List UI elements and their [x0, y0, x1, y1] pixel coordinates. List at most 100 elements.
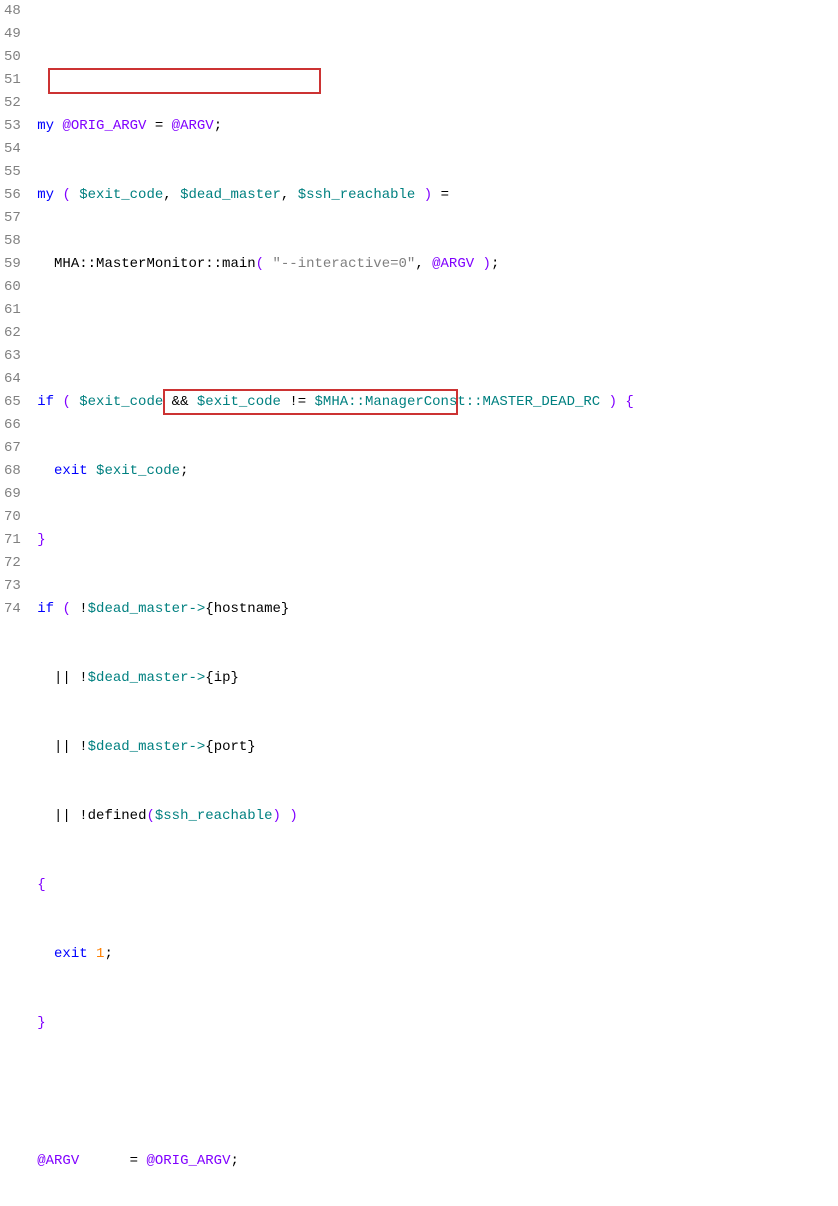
operator: || [54, 739, 71, 755]
semicolon: ; [214, 118, 222, 134]
code-line: || !$dead_master->{port} [29, 736, 634, 759]
arrow: -> [188, 601, 205, 617]
arrow: -> [188, 670, 205, 686]
line-number: 50 [4, 46, 21, 69]
line-number: 65 [4, 391, 21, 414]
comma: , [163, 187, 171, 203]
code-line: exit 1; [29, 943, 634, 966]
scalar-var: $dead_master [88, 601, 189, 617]
brace: { [37, 877, 45, 893]
semicolon: ; [180, 463, 188, 479]
line-number: 74 [4, 598, 21, 621]
comma: , [281, 187, 289, 203]
scalar-var: $dead_master [88, 670, 189, 686]
brace: { [625, 394, 633, 410]
array-var: @ARGV [37, 1153, 79, 1169]
paren: ( [256, 256, 264, 272]
paren: ( [62, 187, 70, 203]
operator: ! [79, 670, 87, 686]
line-number: 56 [4, 184, 21, 207]
code-line: || !defined($ssh_reachable) ) [29, 805, 634, 828]
operator: && [172, 394, 189, 410]
line-number: 52 [4, 92, 21, 115]
paren: ) [289, 808, 297, 824]
keyword: if [37, 601, 54, 617]
hashkey: {hostname} [205, 601, 289, 617]
code-line: } [29, 529, 634, 552]
array-var: @ORIG_ARGV [146, 1153, 230, 1169]
line-number: 54 [4, 138, 21, 161]
code-line: @ARGV = @ORIG_ARGV; [29, 1150, 634, 1173]
line-number: 71 [4, 529, 21, 552]
paren: ) [609, 394, 617, 410]
string: "--interactive=0" [272, 256, 415, 272]
line-number: 53 [4, 115, 21, 138]
comma: , [415, 256, 423, 272]
code-content[interactable]: my @ORIG_ARGV = @ARGV; my ( $exit_code, … [27, 0, 636, 1206]
line-number: 49 [4, 23, 21, 46]
operator: || [54, 670, 71, 686]
code-editor: 48 49 50 51 52 53 54 55 56 57 58 59 60 6… [0, 0, 838, 1206]
keyword: my [37, 118, 54, 134]
line-number: 58 [4, 230, 21, 253]
code-line: if ( $exit_code && $exit_code != $MHA::M… [29, 391, 634, 414]
semicolon: ; [104, 946, 112, 962]
line-number: 67 [4, 437, 21, 460]
paren: ( [146, 808, 154, 824]
brace: } [37, 1015, 45, 1031]
array-var: @ARGV [172, 118, 214, 134]
scalar-var: $exit_code [79, 394, 163, 410]
line-numbers-gutter: 48 49 50 51 52 53 54 55 56 57 58 59 60 6… [0, 0, 27, 1206]
code-line: } [29, 1012, 634, 1035]
line-number: 51 [4, 69, 21, 92]
scalar-var: $dead_master [88, 739, 189, 755]
line-number: 63 [4, 345, 21, 368]
semicolon: ; [491, 256, 499, 272]
keyword: exit [54, 463, 88, 479]
code-line: my ( $exit_code, $dead_master, $ssh_reac… [29, 184, 634, 207]
scalar-var: $MHA::ManagerConst::MASTER_DEAD_RC [315, 394, 601, 410]
code-line: { [29, 874, 634, 897]
hashkey: {port} [205, 739, 255, 755]
code-line: MHA::MasterMonitor::main( "--interactive… [29, 253, 634, 276]
line-number: 68 [4, 460, 21, 483]
code-line: || !$dead_master->{ip} [29, 667, 634, 690]
operator: || [54, 808, 71, 824]
line-number: 55 [4, 161, 21, 184]
scalar-var: $exit_code [79, 187, 163, 203]
paren: ( [62, 601, 70, 617]
operator: = [130, 1153, 138, 1169]
number: 1 [96, 946, 104, 962]
line-number: 59 [4, 253, 21, 276]
keyword: if [37, 394, 54, 410]
code-line: exit $exit_code; [29, 460, 634, 483]
line-number: 69 [4, 483, 21, 506]
code-line [29, 322, 634, 345]
paren: ) [424, 187, 432, 203]
line-number: 64 [4, 368, 21, 391]
line-number: 73 [4, 575, 21, 598]
code-line: my @ORIG_ARGV = @ARGV; [29, 115, 634, 138]
code-line: if ( !$dead_master->{hostname} [29, 598, 634, 621]
line-number: 66 [4, 414, 21, 437]
line-number: 60 [4, 276, 21, 299]
code-line [29, 1081, 634, 1104]
operator: ! [79, 739, 87, 755]
line-number: 72 [4, 552, 21, 575]
operator: = [441, 187, 449, 203]
line-number: 70 [4, 506, 21, 529]
line-number: 62 [4, 322, 21, 345]
code-line [29, 46, 634, 69]
operator: = [155, 118, 163, 134]
keyword: my [37, 187, 54, 203]
operator: ! [79, 601, 87, 617]
line-number: 61 [4, 299, 21, 322]
scalar-var: $ssh_reachable [298, 187, 416, 203]
scalar-var: $dead_master [180, 187, 281, 203]
line-number: 48 [4, 0, 21, 23]
brace: } [37, 532, 45, 548]
arrow: -> [188, 739, 205, 755]
scalar-var: $ssh_reachable [155, 808, 273, 824]
line-number: 57 [4, 207, 21, 230]
semicolon: ; [230, 1153, 238, 1169]
